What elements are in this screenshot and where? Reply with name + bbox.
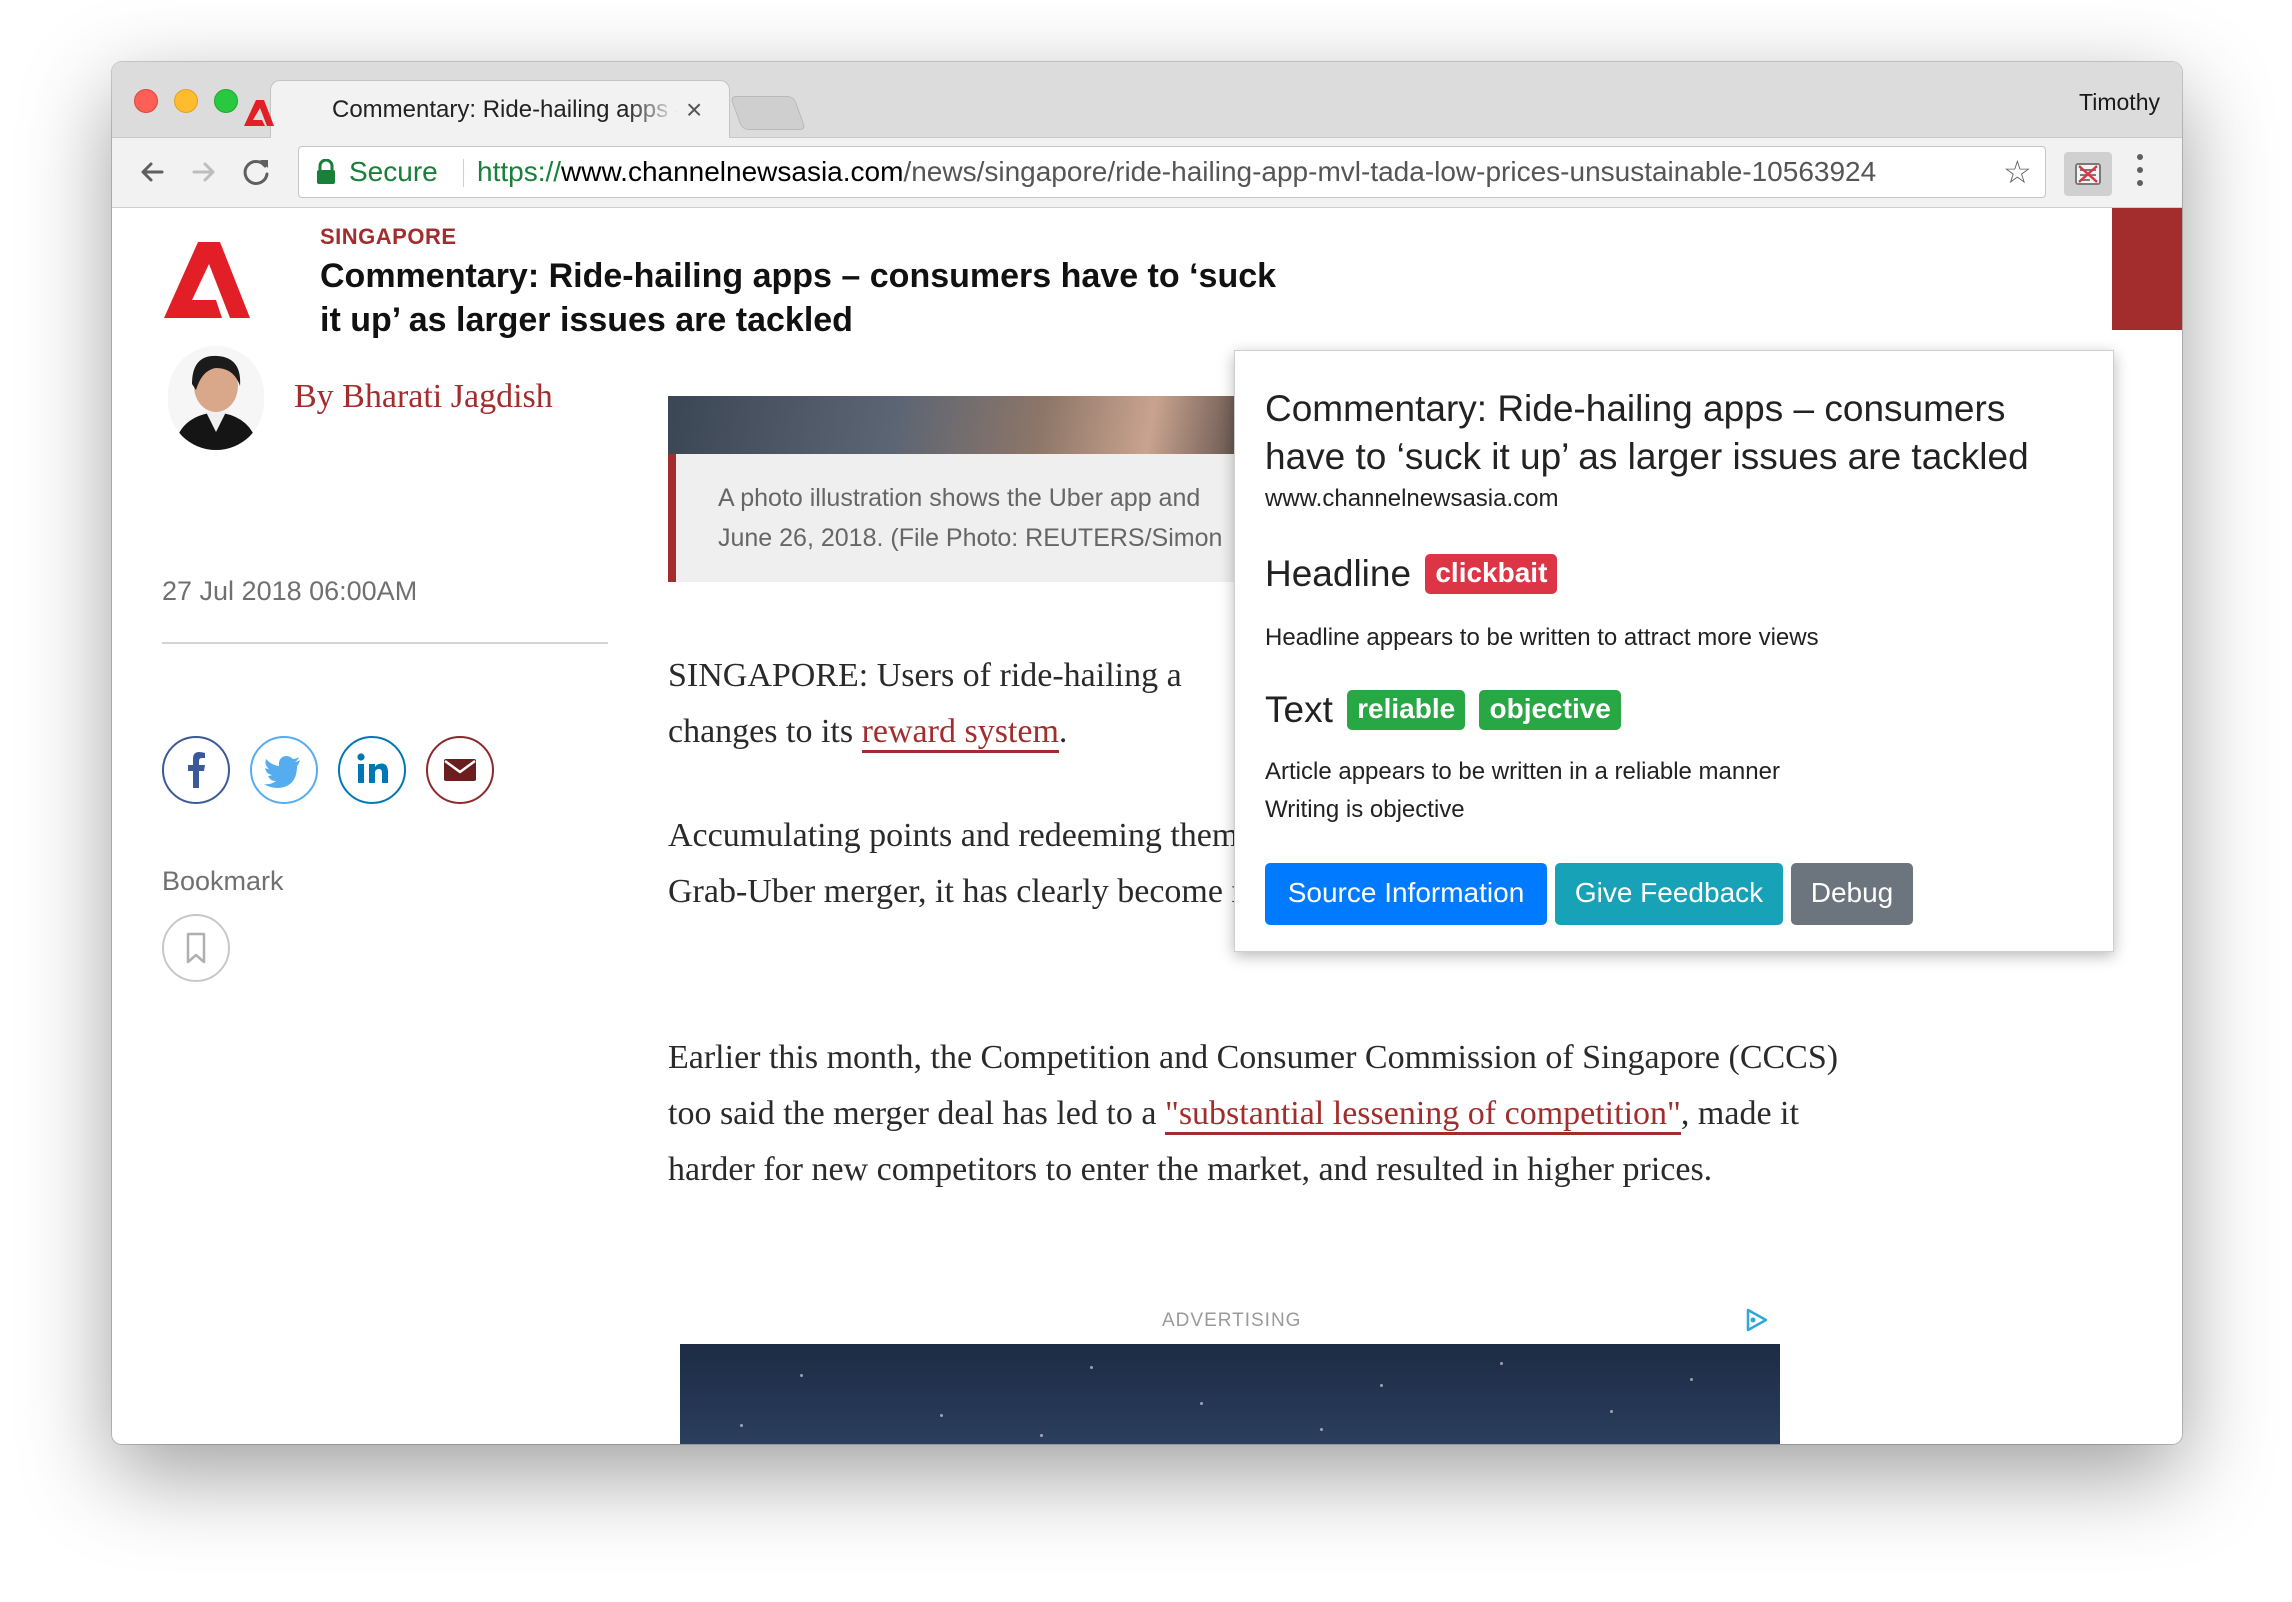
photo-caption: A photo illustration shows the Uber app … bbox=[668, 454, 1268, 582]
profile-name[interactable]: Timothy bbox=[2079, 89, 2160, 116]
facebook-icon bbox=[188, 752, 205, 788]
objective-badge: objective bbox=[1479, 690, 1621, 730]
minimize-window-button[interactable] bbox=[174, 89, 198, 113]
tab-strip: Commentary: Ride-hailing apps – consumer… bbox=[112, 62, 2182, 138]
category-label[interactable]: SINGAPORE bbox=[320, 224, 457, 250]
paragraph-1-end: . bbox=[1058, 713, 1068, 750]
secure-label: Secure bbox=[349, 156, 438, 187]
article-headline: Commentary: Ride-hailing apps – consumer… bbox=[320, 257, 1277, 339]
bookmark-icon bbox=[186, 932, 206, 964]
adchoices-icon[interactable] bbox=[1742, 1306, 1770, 1334]
vertical-dots-icon[interactable] bbox=[2136, 154, 2144, 192]
give-feedback-button[interactable]: Give Feedback bbox=[1555, 863, 1783, 925]
maximize-window-button[interactable] bbox=[214, 89, 238, 113]
ad-banner[interactable] bbox=[680, 1344, 1780, 1444]
popup-domain: www.channelnewsasia.com bbox=[1265, 485, 1559, 512]
text-section-heading: Text reliable objective bbox=[1265, 689, 1621, 731]
reload-icon[interactable] bbox=[236, 152, 276, 192]
reward-system-link[interactable]: reward system bbox=[861, 713, 1059, 753]
text-description-2: Writing is objective bbox=[1265, 796, 1465, 823]
popup-title: Commentary: Ride-hailing apps – consumer… bbox=[1265, 388, 2029, 477]
debug-button[interactable]: Debug bbox=[1791, 863, 1913, 925]
bookmark-button[interactable] bbox=[162, 914, 230, 982]
web-page: SINGAPORE Commentary: Ride-hailing apps … bbox=[112, 208, 2182, 1444]
url-path: /news/singapore/ride-hailing-app-mvl-tad… bbox=[903, 156, 1877, 187]
close-window-button[interactable] bbox=[134, 89, 158, 113]
lock-icon bbox=[317, 159, 335, 184]
share-linkedin-button[interactable] bbox=[338, 736, 406, 804]
tab-title: Commentary: Ride-hailing apps – consumer… bbox=[332, 96, 678, 123]
arrow-left-icon[interactable] bbox=[132, 152, 172, 192]
brand-bar bbox=[2112, 208, 2182, 330]
extension-icon bbox=[2075, 163, 2101, 185]
lessening-competition-link[interactable]: "substantial lessening of competition" bbox=[1164, 1095, 1681, 1135]
toolbar: Secure https://www.channelnewsasia.com/n… bbox=[112, 138, 2182, 208]
email-icon bbox=[444, 759, 476, 781]
share-twitter-button[interactable] bbox=[250, 736, 318, 804]
divider bbox=[162, 642, 608, 644]
url-text[interactable]: https://www.channelnewsasia.com/news/sin… bbox=[477, 156, 1876, 188]
url-host: www.channelnewsasia.com bbox=[561, 156, 904, 187]
reliable-badge: reliable bbox=[1347, 690, 1466, 730]
share-email-button[interactable] bbox=[426, 736, 494, 804]
linkedin-icon bbox=[357, 753, 388, 783]
bookmark-star-icon[interactable]: ☆ bbox=[2003, 153, 2032, 191]
cna-logo-icon[interactable] bbox=[162, 240, 252, 320]
text-description: Article appears to be written in a relia… bbox=[1265, 753, 1780, 829]
article-image bbox=[668, 396, 1268, 454]
headline-section-heading: Headline clickbait bbox=[1265, 553, 1558, 595]
headline-label: Headline bbox=[1265, 553, 1412, 594]
publish-date: 27 Jul 2018 06:00AM bbox=[162, 576, 418, 606]
browser-window: Commentary: Ride-hailing apps – consumer… bbox=[112, 62, 2182, 1444]
new-tab-button[interactable] bbox=[729, 96, 807, 130]
author-name[interactable]: By Bharati Jagdish bbox=[294, 378, 553, 416]
tab-close-icon[interactable]: × bbox=[686, 92, 702, 128]
share-facebook-button[interactable] bbox=[162, 736, 230, 804]
source-information-button[interactable]: Source Information bbox=[1265, 863, 1547, 925]
twitter-icon bbox=[264, 756, 300, 788]
bookmark-label: Bookmark bbox=[162, 866, 284, 896]
extension-popup: Commentary: Ride-hailing apps – consumer… bbox=[1234, 350, 2114, 952]
text-description-1: Article appears to be written in a relia… bbox=[1265, 758, 1780, 785]
address-bar[interactable]: Secure https://www.channelnewsasia.com/n… bbox=[298, 146, 2046, 198]
text-label: Text bbox=[1265, 689, 1333, 730]
address-separator bbox=[463, 159, 464, 187]
paragraph-1-text: changes to its bbox=[668, 713, 862, 750]
arrow-right-icon[interactable] bbox=[184, 152, 224, 192]
clickbait-badge: clickbait bbox=[1425, 554, 1558, 594]
extension-button[interactable] bbox=[2064, 152, 2112, 196]
cna-favicon-icon bbox=[244, 100, 274, 126]
author-avatar bbox=[168, 346, 264, 450]
headline-description: Headline appears to be written to attrac… bbox=[1265, 624, 1819, 651]
paragraph-3: Earlier this month, the Competition and … bbox=[668, 1030, 1868, 1198]
url-scheme: https:// bbox=[477, 156, 562, 187]
advertising-label: ADVERTISING bbox=[1162, 1310, 1302, 1331]
